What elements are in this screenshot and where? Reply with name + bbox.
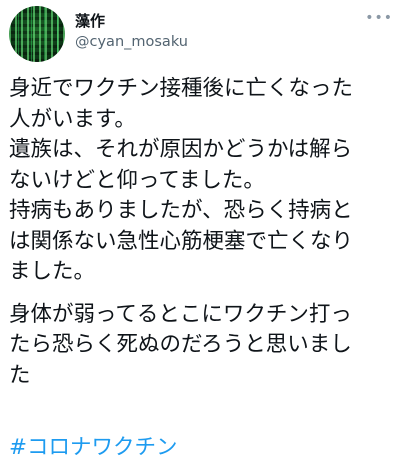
tweet-line: ました。	[9, 259, 96, 284]
tweet-header: 藻作 @cyan_mosaku •••	[9, 6, 399, 62]
more-horizontal-icon[interactable]: •••	[365, 10, 393, 26]
tweet-line: 人がいます。	[9, 106, 136, 132]
tweet-line: た	[9, 362, 31, 388]
author-handle[interactable]: @cyan_mosaku	[75, 34, 188, 50]
avatar[interactable]	[9, 6, 65, 62]
tweet-line: たら恐らく死ぬのだろうと思いまし	[9, 332, 352, 357]
tweet-line: 身近でワクチン接種後に亡くなった	[9, 76, 354, 101]
tweet-line: 遺族は、それが原因かどうかは解ら	[9, 137, 353, 162]
tweet-paragraph: 身近でワクチン接種後に亡くなった 人がいます。 遺族は、それが原因かどうかは解ら…	[9, 74, 399, 288]
tweet-text: 身近でワクチン接種後に亡くなった 人がいます。 遺族は、それが原因かどうかは解ら…	[9, 74, 399, 403]
hashtag-link[interactable]: #コロナワクチン	[9, 430, 178, 461]
author-name[interactable]: 藻作	[75, 10, 105, 31]
avatar-pattern	[9, 6, 65, 62]
tweet-line: ないけどと仰ってました。	[9, 167, 265, 193]
tweet-paragraph: 身体が弱ってるとこにワクチン打っ たら恐らく死ぬのだろうと思いまし た	[9, 300, 399, 392]
tweet-line: 身体が弱ってるとこにワクチン打っ	[9, 301, 352, 327]
tweet-line: 持病もありましたが、恐らく持病と	[9, 198, 353, 223]
tweet-line: は関係ない急性心筋梗塞で亡くなり	[9, 228, 354, 254]
